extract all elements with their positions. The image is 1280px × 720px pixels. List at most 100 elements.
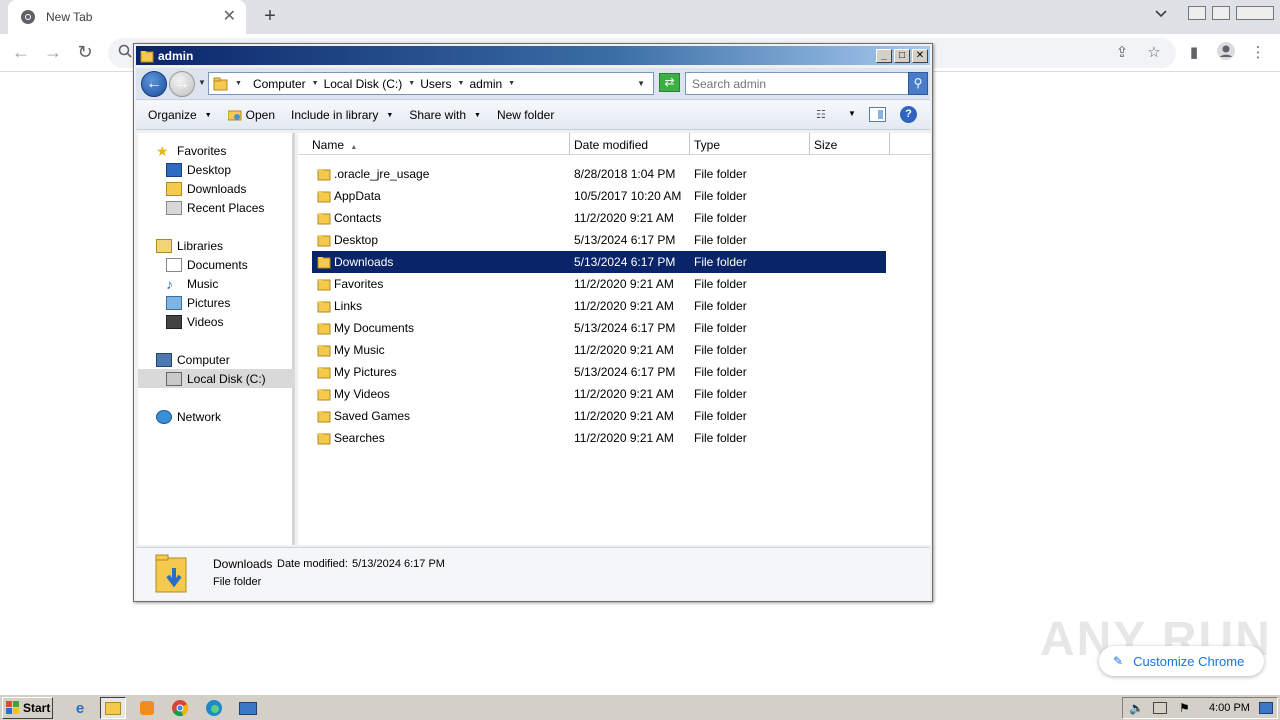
restore-icon[interactable]: [1212, 6, 1230, 20]
customize-chrome-button[interactable]: ✎ Customize Chrome: [1099, 646, 1264, 676]
breadcrumb-computer[interactable]: Computer: [253, 77, 306, 91]
nav-item-downloads[interactable]: Downloads: [166, 179, 246, 198]
close-icon[interactable]: [1236, 6, 1274, 20]
back-button[interactable]: ←: [141, 71, 167, 97]
breadcrumb-chevron-icon[interactable]: ▼: [312, 80, 319, 87]
table-row[interactable]: My Documents 5/13/2024 6:17 PM File folder: [312, 317, 886, 339]
ie-icon[interactable]: e: [67, 697, 93, 719]
include-in-library-button[interactable]: Include in library ▼: [283, 101, 401, 130]
table-row[interactable]: Desktop 5/13/2024 6:17 PM File folder: [312, 229, 886, 251]
reload-icon[interactable]: ↻: [72, 40, 98, 66]
organize-button[interactable]: Organize ▼: [136, 101, 220, 130]
breadcrumb-chevron-icon[interactable]: ▼: [508, 80, 515, 87]
address-dropdown-icon[interactable]: ▼: [637, 79, 645, 88]
chevron-down-icon[interactable]: [1150, 7, 1172, 29]
nav-item-documents[interactable]: Documents: [166, 255, 248, 274]
folder-icon: [317, 301, 331, 313]
breadcrumb-local-disk[interactable]: Local Disk (C:): [324, 77, 403, 91]
nav-item-network[interactable]: Network: [156, 407, 221, 426]
share-with-button[interactable]: Share with ▼: [401, 101, 489, 130]
nav-item-pictures[interactable]: Pictures: [166, 293, 230, 312]
table-row[interactable]: My Videos 11/2/2020 9:21 AM File folder: [312, 383, 886, 405]
minimize-icon[interactable]: [1188, 6, 1206, 20]
menu-dots-icon[interactable]: ⋮: [1246, 41, 1270, 65]
history-dropdown-icon[interactable]: ▼: [198, 78, 206, 87]
table-row[interactable]: Downloads 5/13/2024 6:17 PM File folder: [312, 251, 886, 273]
tab-new-tab[interactable]: New Tab ✕: [8, 0, 246, 34]
breadcrumb-users[interactable]: Users: [420, 77, 451, 91]
new-tab-button[interactable]: +: [258, 5, 282, 29]
explorer-taskbar-icon[interactable]: [100, 697, 126, 719]
new-folder-button[interactable]: New folder: [489, 101, 562, 130]
table-row[interactable]: My Music 11/2/2020 9:21 AM File folder: [312, 339, 886, 361]
file-type: File folder: [694, 321, 747, 335]
nav-item-recent-places[interactable]: Recent Places: [166, 198, 264, 217]
preview-pane-icon[interactable]: [869, 107, 886, 122]
breadcrumb[interactable]: ▼ Computer ▼ Local Disk (C:) ▼ Users ▼ admi…: [208, 72, 654, 95]
column-type[interactable]: Type: [690, 133, 810, 155]
chevron-down-icon[interactable]: ▼: [848, 109, 856, 118]
show-desktop-icon[interactable]: [1259, 702, 1273, 714]
open-button[interactable]: Open: [220, 101, 283, 130]
breadcrumb-chevron-icon[interactable]: ▼: [458, 80, 465, 87]
downloads-icon: [166, 181, 182, 196]
table-row[interactable]: .oracle_jre_usage 8/28/2018 1:04 PM File f…: [312, 163, 886, 185]
share-icon[interactable]: ⇪: [1110, 41, 1134, 65]
column-size[interactable]: Size: [810, 133, 890, 155]
view-options-icon[interactable]: ☷: [816, 108, 834, 122]
refresh-button[interactable]: ⇄: [659, 73, 680, 92]
back-arrow-icon[interactable]: ←: [8, 40, 34, 66]
minimize-button[interactable]: _: [876, 48, 892, 63]
file-date: 11/2/2020 9:21 AM: [574, 409, 674, 423]
file-name: My Music: [334, 343, 385, 357]
forward-button[interactable]: →: [169, 71, 195, 97]
file-date: 5/13/2024 6:17 PM: [574, 321, 676, 335]
table-row[interactable]: Searches 11/2/2020 9:21 AM File folder: [312, 427, 886, 449]
volume-icon[interactable]: 🔈: [1129, 701, 1144, 715]
media-player-icon[interactable]: [134, 697, 160, 719]
table-row[interactable]: Favorites 11/2/2020 9:21 AM File folder: [312, 273, 886, 295]
table-row[interactable]: AppData 10/5/2017 10:20 AM File folder: [312, 185, 886, 207]
table-row[interactable]: My Pictures 5/13/2024 6:17 PM File folder: [312, 361, 886, 383]
recent-places-icon: [166, 200, 182, 215]
nav-item-libraries[interactable]: Libraries: [156, 236, 223, 255]
star-icon[interactable]: ☆: [1142, 41, 1166, 65]
table-row[interactable]: Saved Games 11/2/2020 9:21 AM File folder: [312, 405, 886, 427]
open-icon: [227, 110, 242, 121]
profile-icon[interactable]: [1214, 41, 1238, 65]
videos-icon: [166, 314, 182, 329]
nav-item-desktop[interactable]: Desktop: [166, 160, 231, 179]
network-monitor-icon[interactable]: [235, 697, 261, 719]
folder-icon: [317, 367, 331, 379]
search-input[interactable]: [685, 72, 909, 95]
chrome-taskbar-icon[interactable]: [167, 697, 193, 719]
folder-icon: [317, 169, 331, 181]
edge-icon[interactable]: [201, 697, 227, 719]
side-panel-icon[interactable]: ▮: [1182, 41, 1206, 65]
nav-item-music[interactable]: ♪ Music: [166, 274, 218, 293]
flag-icon[interactable]: ⚑: [1179, 701, 1190, 715]
nav-item-favorites[interactable]: ★ Favorites: [156, 141, 226, 160]
table-row[interactable]: Contacts 11/2/2020 9:21 AM File folder: [312, 207, 886, 229]
help-icon[interactable]: ?: [900, 106, 917, 123]
folder-icon: [317, 433, 331, 445]
nav-item-videos[interactable]: Videos: [166, 312, 223, 331]
breadcrumb-chevron-icon[interactable]: ▼: [408, 80, 415, 87]
column-date[interactable]: Date modified: [570, 133, 690, 155]
nav-label: Documents: [187, 257, 248, 272]
file-list: Name ▲ Date modified Type Size .oracle_j…: [298, 133, 931, 545]
tab-close-icon[interactable]: ✕: [223, 9, 236, 25]
breadcrumb-chevron-icon[interactable]: ▼: [235, 80, 242, 87]
nav-item-local-disk[interactable]: Local Disk (C:): [166, 369, 266, 388]
breadcrumb-admin[interactable]: admin: [469, 77, 502, 91]
table-row[interactable]: Links 11/2/2020 9:21 AM File folder: [312, 295, 886, 317]
start-button[interactable]: Start: [2, 697, 53, 719]
forward-arrow-icon[interactable]: →: [40, 40, 66, 66]
column-name[interactable]: Name ▲: [298, 133, 570, 155]
network-tray-icon[interactable]: [1153, 702, 1167, 714]
nav-item-computer[interactable]: Computer: [156, 350, 230, 369]
maximize-button[interactable]: □: [894, 48, 910, 63]
close-button[interactable]: ✕: [912, 48, 928, 63]
search-icon: [118, 44, 132, 58]
search-icon[interactable]: ⚲: [908, 72, 928, 95]
